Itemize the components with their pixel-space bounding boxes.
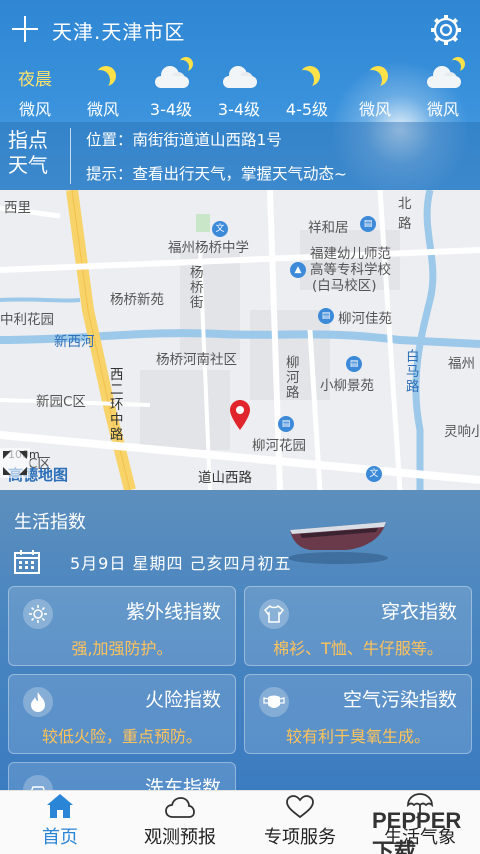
map-label: 新园C区 — [36, 394, 86, 410]
cloud-moon-icon — [151, 66, 191, 88]
map-label: 柳河佳苑 — [338, 311, 392, 327]
map-label: 福州杨桥中学 — [168, 240, 249, 256]
moon-icon — [90, 70, 110, 90]
school-poi-icon[interactable]: 文 — [212, 221, 228, 237]
card-title: 紫外线指数 — [125, 601, 221, 623]
map-label: 杨桥新苑 — [110, 292, 164, 308]
forecast-item: 3-4级 — [136, 62, 206, 120]
watermark-logo: PEPPER下载 — [372, 808, 462, 854]
moon-icon — [294, 70, 314, 90]
forecast-wind: 3-4级 — [217, 100, 261, 119]
position-text: 位置：南街街道道山西路1号 — [86, 131, 282, 149]
brand-line: 天气 — [8, 153, 48, 177]
map-label: 西二环中路 — [110, 367, 124, 443]
nav-forecast[interactable]: 观测预报 — [120, 791, 240, 854]
uv-index-card[interactable]: 紫外线指数 强,加强防护。 — [8, 586, 236, 666]
location-info-panel: 指点 天气 位置：南街街道道山西路1号 提示：查看出行天气，掌握天气动态~ — [0, 122, 480, 190]
forecast-wind: 微风 — [358, 100, 391, 119]
map-label: 小柳景苑 — [320, 378, 374, 394]
building-poi-icon[interactable]: ▤ — [278, 416, 294, 432]
card-desc: 较有利于臭氧生成。 — [285, 727, 430, 746]
cloud-icon — [219, 66, 259, 88]
heart-icon — [286, 795, 314, 819]
moon-icon — [362, 70, 382, 90]
forecast-item: 微风 — [68, 62, 138, 120]
divider — [70, 128, 71, 184]
cloud-icon — [165, 797, 195, 818]
map-label: 中利花园 — [0, 312, 54, 328]
add-city-icon[interactable] — [12, 16, 38, 42]
fullscreen-icon[interactable] — [0, 448, 30, 478]
date-text: 5月9日 星期四 己亥四月初五 — [70, 554, 292, 573]
nav-label: 观测预报 — [144, 827, 216, 848]
map-label: 新西河 — [54, 334, 95, 350]
mask-icon — [259, 687, 289, 717]
map-label: 杨桥街 — [190, 265, 204, 311]
shirt-icon — [259, 599, 289, 629]
location-title[interactable]: 天津.天津市区 — [52, 16, 185, 45]
air-pollution-card[interactable]: 空气污染指数 较有利于臭氧生成。 — [244, 674, 472, 754]
map-label: 西里 — [4, 200, 31, 216]
forecast-wind: 3-4级 — [149, 100, 193, 119]
tip-text: 提示：查看出行天气，掌握天气动态~ — [86, 165, 347, 183]
car-wash-card[interactable]: 洗车指数 — [8, 762, 236, 790]
card-title: 火险指数 — [144, 689, 221, 711]
building-poi-icon[interactable]: ▤ — [318, 308, 334, 324]
forecast-wind: 微风 — [86, 100, 119, 119]
map-label: 福州 — [448, 356, 475, 372]
map-view[interactable]: 西里 北路 文 福州杨桥中学 祥和居 ▤ 福建幼儿师范 ▲ 高等专科学校 (白马… — [0, 190, 480, 490]
nav-label: 专项服务 — [264, 827, 336, 848]
nav-label: 首页 — [42, 827, 78, 848]
forecast-item: 夜晨 微风 — [0, 62, 70, 120]
location-pin-icon[interactable] — [230, 400, 250, 430]
calendar-icon — [14, 550, 40, 574]
life-index-panel: 生活指数 5月9日 星期四 己亥四月初五 紫外线指数 强,加强防护。 穿衣指数 … — [0, 490, 480, 790]
card-title: 空气污染指数 — [342, 689, 457, 711]
building-poi-icon[interactable]: ▤ — [346, 356, 362, 372]
home-icon — [47, 794, 73, 818]
building-poi-icon[interactable]: ▤ — [360, 216, 376, 232]
life-index-title: 生活指数 — [14, 512, 86, 533]
forecast-item: 微风 — [340, 62, 410, 120]
forecast-item: 4-5级 — [272, 62, 342, 120]
card-desc: 较低火险，重点预防。 — [41, 727, 202, 746]
forecast-wind: 4-5级 — [285, 100, 329, 119]
sun-icon — [23, 599, 53, 629]
map-label: 杨桥河南社区 — [156, 352, 237, 368]
dressing-index-card[interactable]: 穿衣指数 棉衫、T恤、牛仔服等。 — [244, 586, 472, 666]
boat-decoration — [288, 522, 388, 564]
car-wash-icon — [23, 775, 53, 790]
map-label: (白马校区) — [312, 278, 377, 294]
forecast-item: 3-4级 — [204, 62, 274, 120]
fire-risk-card[interactable]: 火险指数 较低火险，重点预防。 — [8, 674, 236, 754]
school-poi-icon[interactable]: ▲ — [290, 262, 306, 278]
map-label: 白马路 — [406, 349, 420, 395]
fire-icon — [23, 687, 53, 717]
brand-line: 指点 — [8, 128, 48, 152]
forecast-wind: 微风 — [18, 100, 51, 119]
forecast-wind: 微风 — [426, 100, 459, 119]
date-row: 5月9日 星期四 己亥四月初五 — [14, 550, 292, 574]
forecast-period-label: 夜晨 — [18, 69, 52, 90]
card-title: 洗车指数 — [144, 777, 221, 790]
weather-header: 天津.天津市区 夜晨 微风 微风 3-4级 3-4级 4-5级 微风 微风 指点… — [0, 0, 480, 190]
map-label: 祥和居 — [308, 220, 349, 236]
map-label: 灵响小 — [444, 424, 480, 440]
card-title: 穿衣指数 — [380, 601, 457, 623]
gear-icon[interactable] — [428, 12, 464, 48]
card-desc: 强,加强防护。 — [71, 639, 173, 658]
map-label: 柳河花园 — [252, 438, 306, 454]
nav-home[interactable]: 首页 — [0, 791, 120, 854]
cloud-moon-icon — [423, 66, 463, 88]
map-label: 北路 — [398, 196, 412, 232]
hourly-forecast: 夜晨 微风 微风 3-4级 3-4级 4-5级 微风 微风 — [0, 62, 480, 120]
map-label: 柳河路 — [286, 355, 300, 401]
school-poi-icon[interactable]: 文 — [366, 466, 382, 482]
app-brand: 指点 天气 — [8, 128, 64, 178]
map-label: 道山西路 — [198, 470, 252, 486]
forecast-item: 微风 — [408, 62, 478, 120]
nav-special[interactable]: 专项服务 — [240, 791, 360, 854]
card-desc: 棉衫、T恤、牛仔服等。 — [273, 639, 443, 658]
